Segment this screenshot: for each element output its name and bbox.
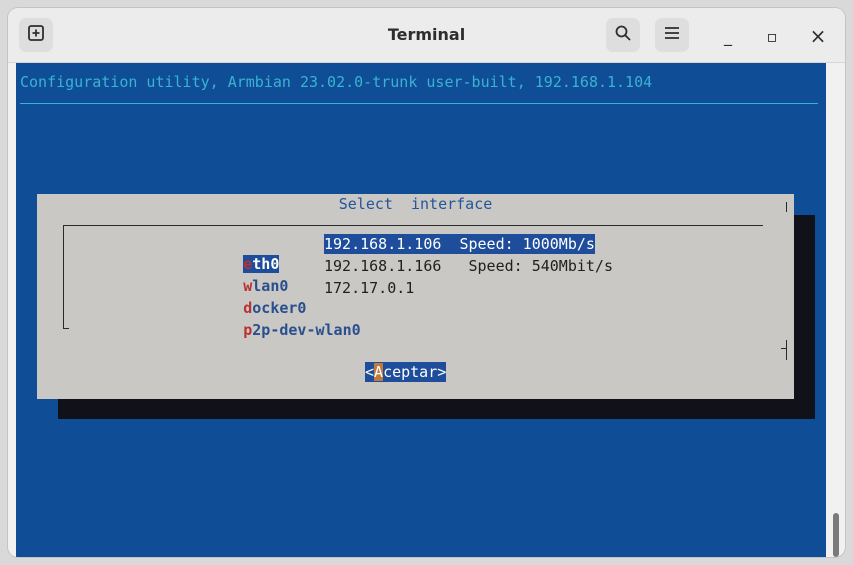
hotkey-char: p: [243, 321, 253, 339]
header-text: Configuration utility, Armbian 23.02.0-t…: [20, 73, 653, 91]
dialog-title: Select interface: [338, 195, 493, 213]
search-icon: [614, 24, 632, 46]
minimize-button[interactable]: _: [716, 24, 740, 48]
dialog-frame-right-top: [786, 202, 787, 212]
close-button[interactable]: ×: [806, 24, 830, 48]
close-icon: ×: [809, 24, 827, 48]
interface-item-docker0[interactable]: docker0: [171, 278, 306, 317]
dialog-frame-corner: [781, 348, 787, 349]
search-button[interactable]: [606, 18, 640, 52]
dialog-frame-right-bottom: [786, 340, 787, 360]
interface-item-wlan0[interactable]: wlan0: [171, 256, 288, 295]
hamburger-menu-icon: [663, 24, 681, 46]
maximize-button[interactable]: ▫: [760, 24, 784, 48]
minimize-icon: _: [724, 26, 732, 46]
select-interface-dialog: Select interface eth0 192.168.1.106 Spee…: [37, 194, 794, 399]
terminal-window: Terminal _ ▫ × Configuration utility, Ar…: [8, 8, 845, 557]
aceptar-button[interactable]: <Aceptar>: [365, 362, 447, 382]
interface-info-wlan0[interactable]: 192.168.1.166 Speed: 540Mbit/s: [324, 256, 613, 276]
interface-item-eth0[interactable]: eth0: [171, 234, 280, 273]
button-label: ceptar: [383, 363, 438, 381]
maximize-icon: ▫: [766, 26, 778, 46]
interface-info-eth0[interactable]: 192.168.1.106 Speed: 1000Mb/s: [324, 234, 595, 254]
list-frame-left: [63, 225, 64, 329]
scrollbar-thumb[interactable]: [833, 513, 839, 557]
interface-item-p2p-dev-wlan0[interactable]: p2p-dev-wlan0: [171, 300, 360, 339]
list-frame-corner: [63, 328, 69, 329]
interface-name-rest: 2p-dev-wlan0: [252, 321, 361, 339]
interface-info-docker0[interactable]: 172.17.0.1: [324, 278, 414, 298]
header-divider: [20, 103, 818, 104]
title-bar: Terminal _ ▫ ×: [8, 8, 845, 63]
list-frame-top: [63, 225, 763, 226]
button-bracket-close: >: [437, 363, 447, 381]
menu-button[interactable]: [655, 18, 689, 52]
button-bracket-open: <: [365, 363, 375, 381]
terminal-area[interactable]: Configuration utility, Armbian 23.02.0-t…: [16, 63, 826, 557]
hotkey-char: A: [374, 363, 384, 381]
